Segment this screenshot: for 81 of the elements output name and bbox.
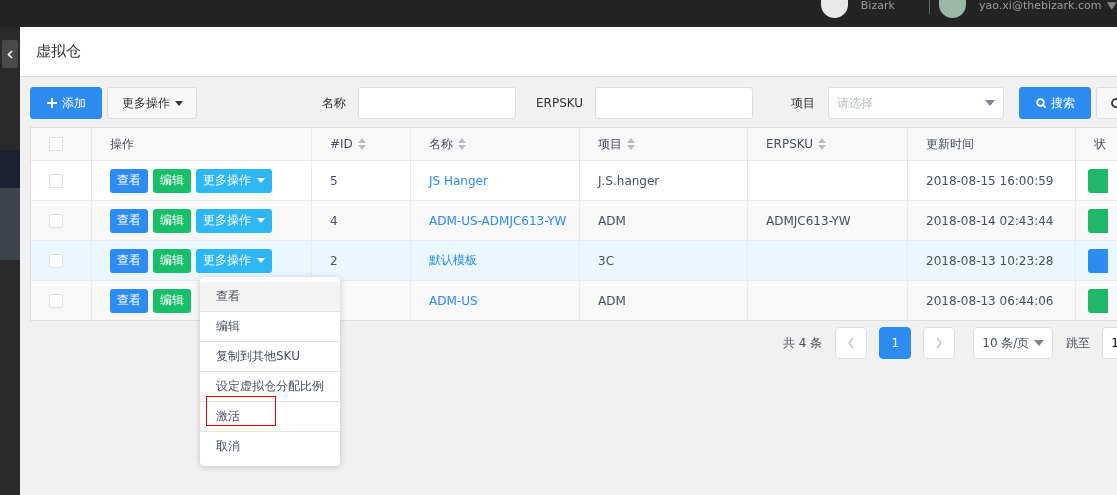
- table-cell: 2018-08-13 10:23:28: [926, 253, 1054, 268]
- checkbox[interactable]: [49, 173, 63, 188]
- view-button[interactable]: 查看: [110, 248, 148, 273]
- filter-label: ERPSKU: [536, 96, 584, 110]
- caret-icon: [174, 100, 183, 106]
- view-button[interactable]: 查看: [110, 168, 148, 193]
- collapse-button[interactable]: [2, 40, 18, 68]
- edit-button[interactable]: 编辑: [153, 168, 191, 193]
- page-input[interactable]: 1: [1102, 327, 1117, 359]
- page-size-select[interactable]: 10 条/页: [973, 327, 1054, 359]
- column-header[interactable]: 名称: [429, 135, 453, 153]
- user-email[interactable]: yao.xi@thebizark.com: [979, 0, 1102, 12]
- column-header: 状: [1094, 135, 1106, 153]
- name-link[interactable]: ADM-US: [429, 293, 478, 308]
- avatar: [939, 0, 967, 18]
- account-name: Bizark: [860, 0, 895, 12]
- table-cell: 2018-08-13 06:44:06: [926, 293, 1054, 308]
- add-button[interactable]: 添加: [30, 87, 102, 119]
- edit-button[interactable]: 编辑: [153, 208, 191, 233]
- column-header[interactable]: ERPSKU: [766, 137, 814, 151]
- table-cell: J.S.hanger: [598, 173, 660, 188]
- table-cell: 5: [330, 173, 338, 188]
- filter-label: 项目: [791, 94, 816, 112]
- search-button[interactable]: 搜索: [1019, 87, 1092, 119]
- edit-button[interactable]: 编辑: [153, 288, 191, 313]
- next-page-button[interactable]: [923, 327, 956, 359]
- edit-button[interactable]: 编辑: [153, 248, 191, 273]
- column-header[interactable]: #ID: [330, 137, 353, 151]
- column-header: 更新时间: [926, 135, 974, 153]
- caret-icon: [985, 100, 996, 106]
- column-header[interactable]: 项目: [598, 135, 622, 153]
- table-cell: 4: [330, 213, 338, 228]
- table-cell: ADM: [598, 293, 626, 308]
- table-cell: 2018-08-14 02:43:44: [926, 213, 1054, 228]
- total-count: 共 4 条: [783, 334, 823, 352]
- name-link[interactable]: 默认模板: [429, 252, 477, 269]
- avatar: [821, 0, 848, 18]
- table-cell: 2: [330, 253, 338, 268]
- sidebar-item[interactable]: [0, 188, 20, 260]
- name-link[interactable]: JS Hanger: [429, 173, 488, 188]
- table-cell: ADMJC613-YW: [766, 213, 851, 228]
- jump-label: 跳至: [1066, 334, 1091, 352]
- select-field[interactable]: 请选择: [828, 87, 1005, 119]
- menu-item[interactable]: 复制到其他SKU: [200, 342, 340, 372]
- menu-item[interactable]: 设定虚拟仓分配比例: [200, 372, 340, 402]
- checkbox[interactable]: [49, 293, 63, 308]
- menu-item[interactable]: 查看: [200, 282, 340, 312]
- view-button[interactable]: 查看: [110, 208, 148, 233]
- chevron-right-icon: [936, 338, 943, 348]
- input-field[interactable]: [595, 87, 754, 119]
- view-button[interactable]: 查看: [110, 288, 148, 313]
- caret-icon: [257, 258, 265, 263]
- input-field[interactable]: [358, 87, 516, 119]
- more-actions-button[interactable]: 更多操作: [107, 87, 197, 119]
- checkbox[interactable]: [49, 213, 63, 228]
- menu-item[interactable]: 取消: [200, 432, 340, 461]
- table-cell: ADM: [598, 213, 626, 228]
- menu-item[interactable]: 激活: [200, 402, 340, 432]
- checkbox[interactable]: [49, 137, 63, 151]
- caret-icon: [257, 178, 265, 183]
- search-icon: [1035, 98, 1046, 108]
- more-actions-button[interactable]: 更多操作: [196, 168, 272, 193]
- caret-icon: [1034, 340, 1045, 346]
- prev-page-button[interactable]: [835, 327, 868, 359]
- chevron-left-icon: [848, 338, 855, 348]
- checkbox[interactable]: [49, 253, 63, 268]
- column-header: 操作: [110, 135, 134, 153]
- caret-icon: [1107, 2, 1117, 10]
- sidebar-item[interactable]: [0, 150, 20, 188]
- plus-icon: [46, 98, 57, 108]
- name-link[interactable]: ADM-US-ADMJC613-YW: [429, 213, 567, 228]
- filter-label: 名称: [322, 94, 346, 112]
- table-cell: 3C: [598, 253, 614, 268]
- more-actions-button[interactable]: 更多操作: [196, 248, 272, 273]
- menu-item[interactable]: 编辑: [200, 312, 340, 342]
- more-actions-button[interactable]: 更多操作: [196, 208, 272, 233]
- caret-icon: [257, 218, 265, 223]
- chevron-left-icon: [7, 49, 13, 59]
- page-button[interactable]: 1: [879, 327, 912, 359]
- page-title: 虚拟仓: [36, 42, 81, 61]
- table-cell: 2018-08-15 16:00:59: [926, 173, 1054, 188]
